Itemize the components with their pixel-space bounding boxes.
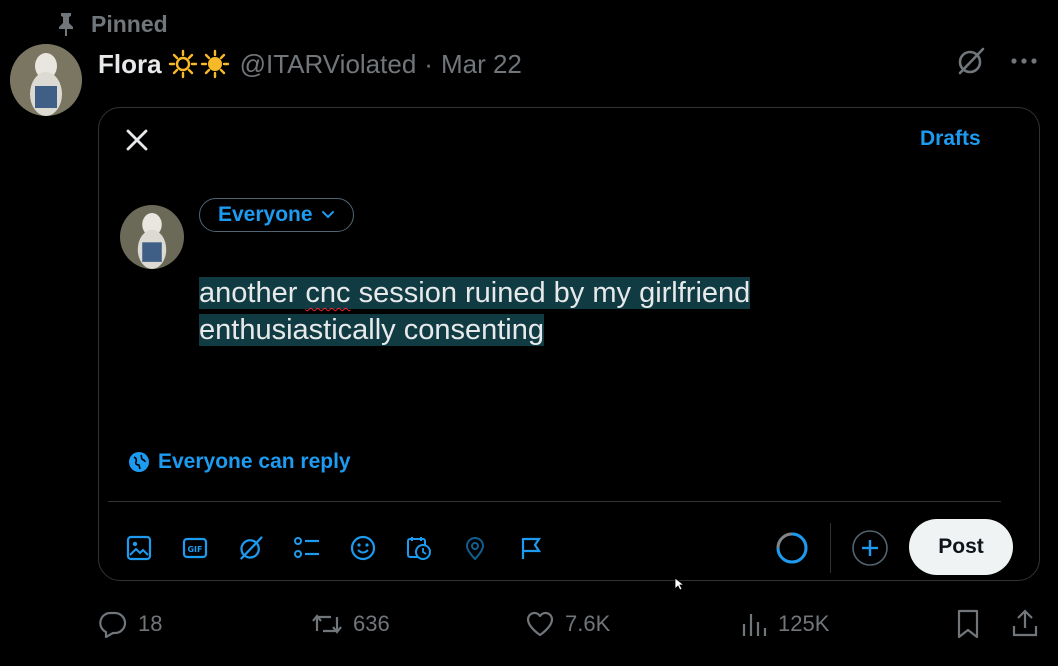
- text-line1-pre: another: [199, 277, 306, 309]
- header-separator: ·: [424, 48, 433, 79]
- bookmark-icon[interactable]: [955, 609, 981, 639]
- reply-setting-label: Everyone can reply: [158, 450, 351, 473]
- text-line2: enthusiastically consenting: [199, 314, 544, 346]
- like-count: 7.6K: [565, 611, 611, 636]
- grok-icon[interactable]: [237, 534, 265, 562]
- name-emoji: [168, 49, 230, 79]
- mouse-cursor-icon: [674, 577, 684, 591]
- tweet-header: Flora @ITARViolated · Mar 22: [98, 44, 522, 84]
- author-name[interactable]: Flora: [98, 49, 162, 80]
- schedule-icon[interactable]: [405, 534, 433, 562]
- flag-icon[interactable]: [517, 534, 545, 562]
- location-icon[interactable]: [461, 534, 489, 562]
- views-action[interactable]: 125K: [740, 606, 829, 642]
- views-count: 125K: [778, 611, 830, 636]
- compose-text[interactable]: another cnc session ruined by my girlfri…: [199, 275, 839, 349]
- misspelled-word: cnc: [305, 277, 351, 309]
- drafts-button[interactable]: Drafts: [920, 127, 981, 151]
- like-action[interactable]: 7.6K: [525, 606, 610, 642]
- globe-icon: [129, 452, 149, 472]
- pin-icon: [59, 13, 73, 36]
- toolbar-divider: [108, 501, 1001, 502]
- header-actions: [956, 46, 1038, 76]
- reply-icon: [99, 611, 127, 638]
- compose-toolbar: GIF: [125, 531, 545, 565]
- sun-icon: [200, 49, 229, 79]
- svg-text:GIF: GIF: [187, 545, 202, 554]
- composer-avatar[interactable]: [120, 205, 184, 269]
- sun-icon: [168, 49, 197, 79]
- reply-count: 18: [138, 611, 163, 636]
- repost-count: 636: [353, 611, 390, 636]
- reply-setting[interactable]: Everyone can reply: [128, 450, 351, 474]
- gif-icon[interactable]: GIF: [181, 534, 209, 562]
- toolbar-separator: [830, 523, 831, 573]
- repost-action[interactable]: 636: [311, 606, 390, 642]
- tweet-date[interactable]: Mar 22: [441, 49, 522, 80]
- poll-icon[interactable]: [293, 534, 321, 562]
- audience-selector[interactable]: Everyone: [199, 198, 354, 232]
- close-icon[interactable]: [122, 125, 152, 155]
- share-icon[interactable]: [1011, 608, 1039, 638]
- add-thread-button[interactable]: [851, 529, 889, 567]
- image-icon[interactable]: [125, 534, 153, 562]
- pinned-label: Pinned: [91, 10, 168, 37]
- author-avatar[interactable]: [10, 44, 82, 116]
- author-handle[interactable]: @ITARViolated: [240, 49, 417, 80]
- text-line1-post: session ruined by my girlfriend: [350, 277, 751, 309]
- chevron-down-icon: [321, 211, 334, 219]
- repost-icon: [312, 614, 342, 634]
- views-icon: [742, 614, 767, 636]
- emoji-icon[interactable]: [349, 534, 377, 562]
- grok-icon[interactable]: [956, 46, 986, 76]
- heart-icon: [526, 611, 554, 637]
- reply-action[interactable]: 18: [98, 606, 162, 642]
- character-count-ring: [776, 532, 808, 564]
- pinned-indicator: Pinned: [55, 8, 168, 40]
- post-button[interactable]: Post: [909, 519, 1013, 575]
- more-icon[interactable]: [1010, 57, 1038, 65]
- audience-label: Everyone: [218, 203, 313, 226]
